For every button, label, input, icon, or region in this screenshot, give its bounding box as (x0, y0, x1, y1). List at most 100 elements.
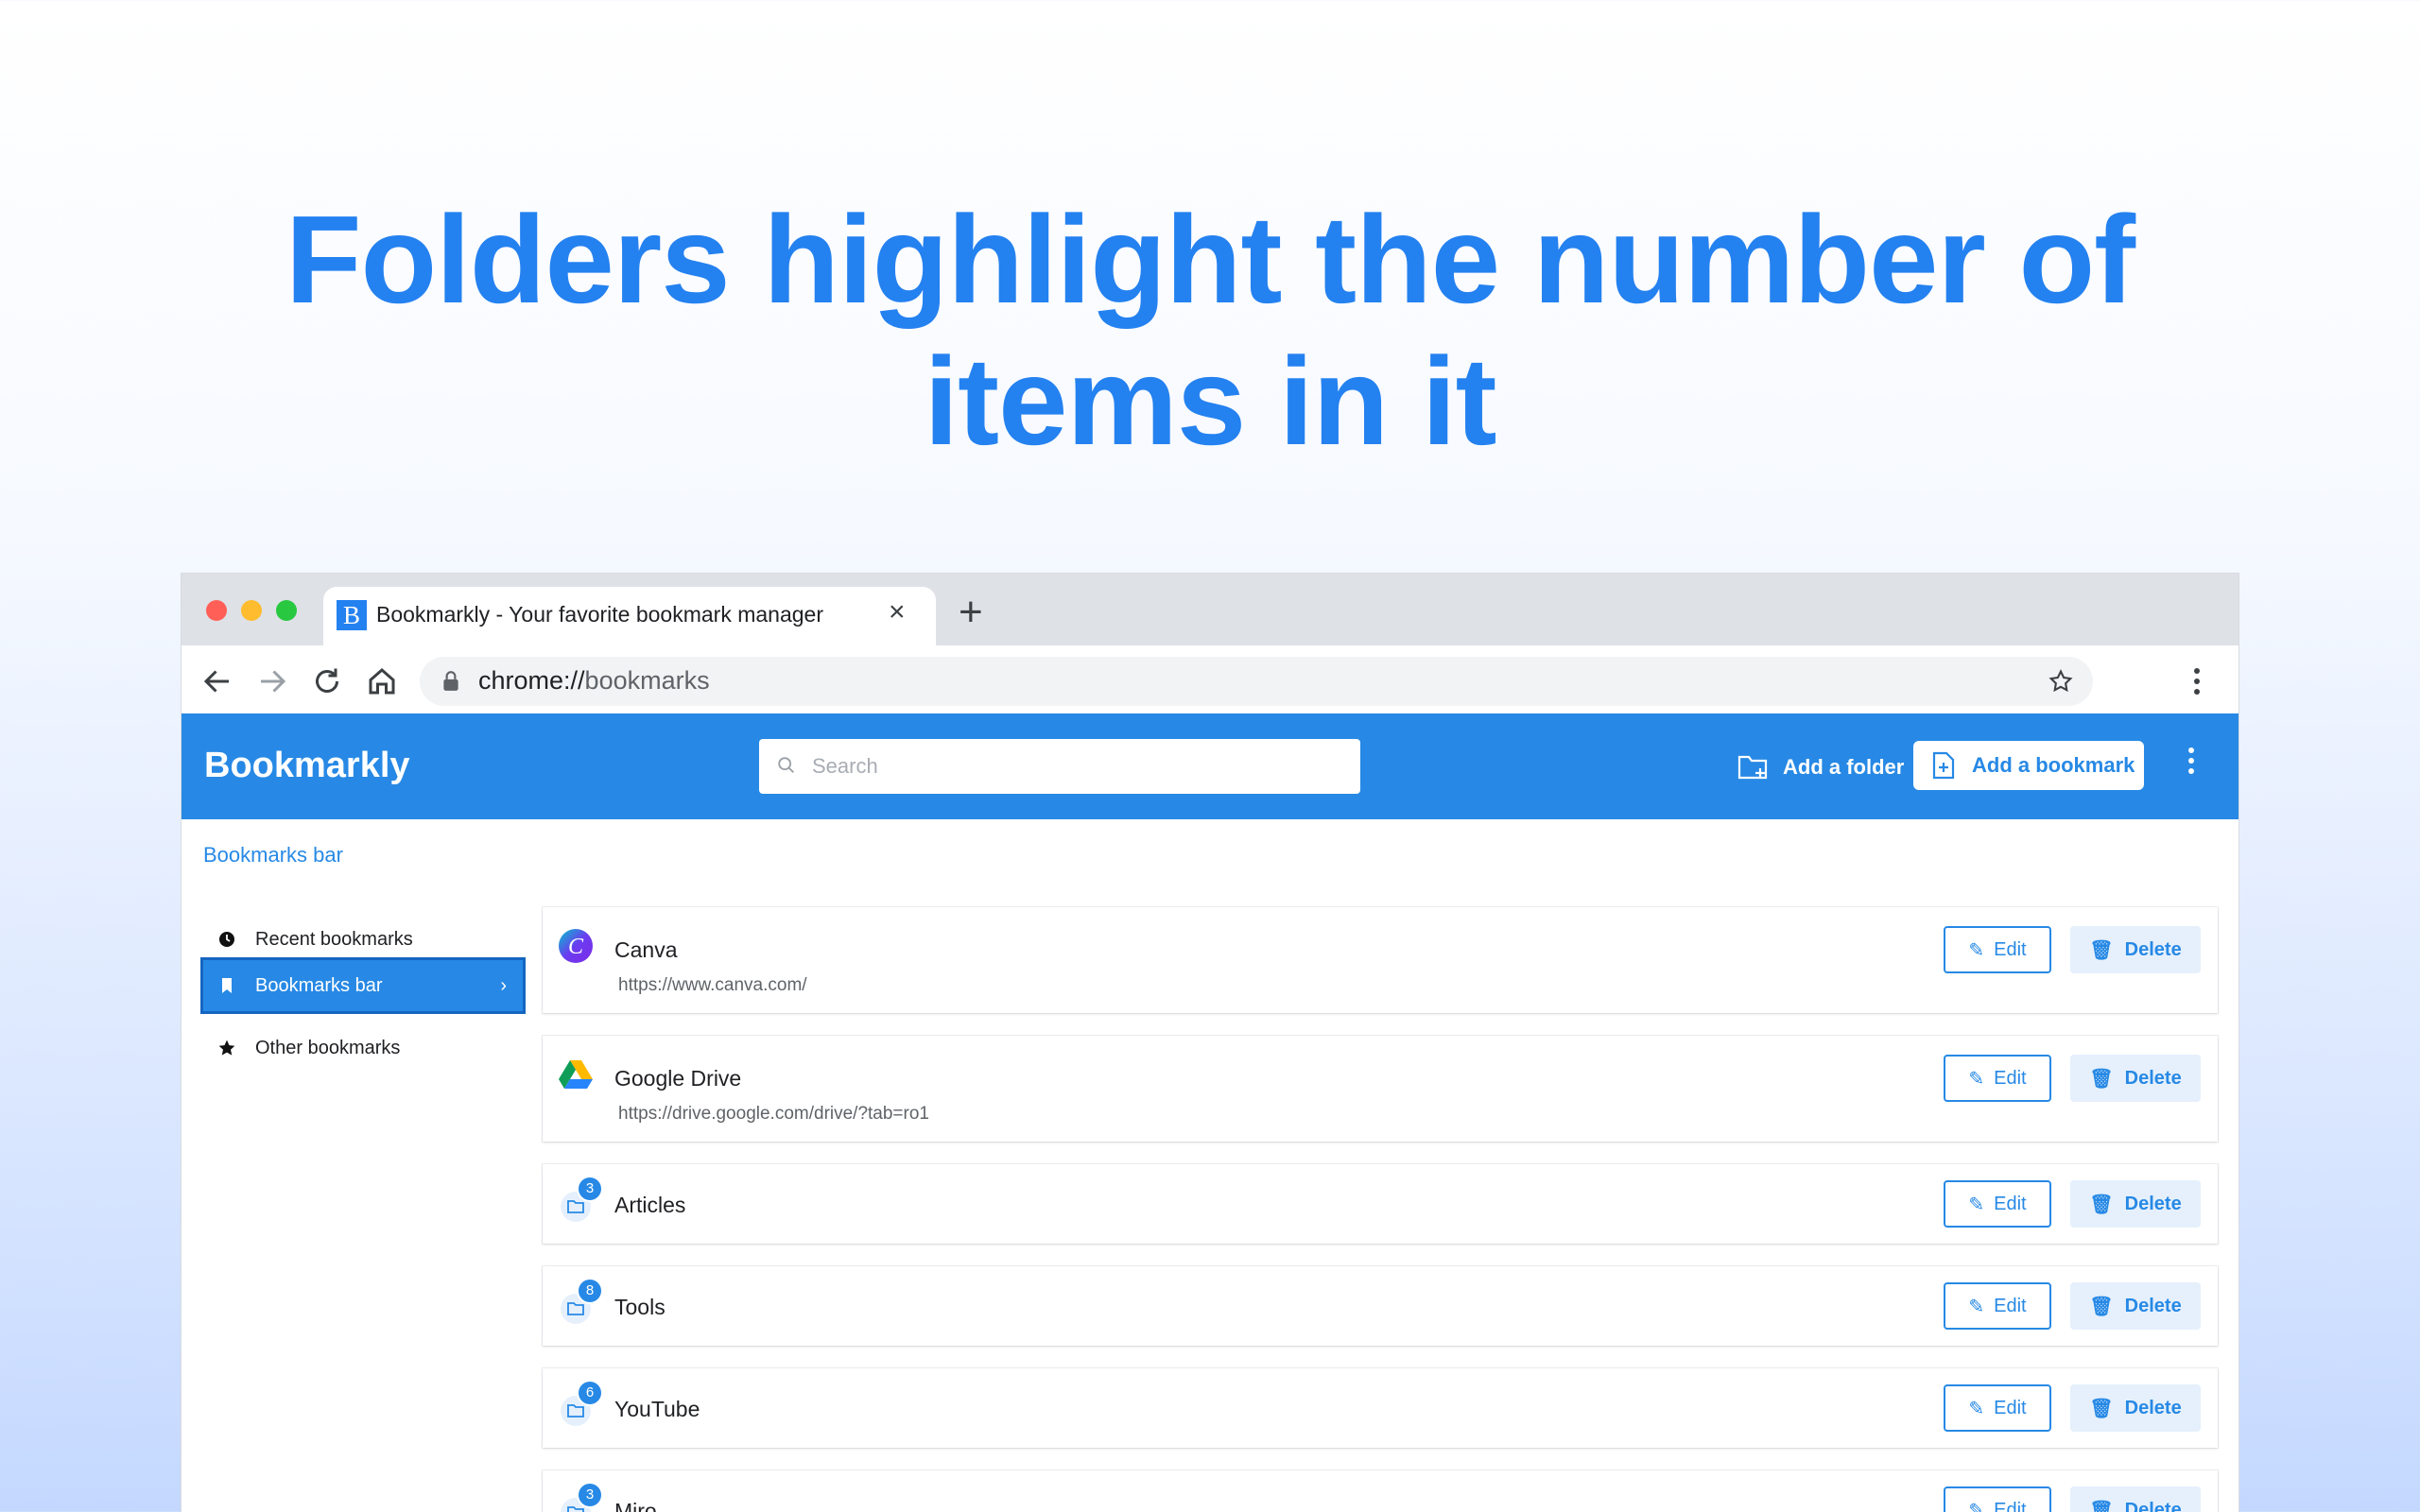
delete-label: Delete (2124, 1193, 2182, 1214)
edit-icon: ✎ (1968, 1398, 1985, 1419)
url-path: bookmarks (584, 666, 710, 695)
lock-icon (443, 671, 458, 691)
edit-label: Edit (1994, 1295, 2027, 1316)
edit-label: Edit (1994, 938, 2027, 960)
close-window-button[interactable] (206, 600, 227, 621)
chevron-right-icon: › (500, 974, 507, 996)
delete-label: Delete (2124, 1499, 2182, 1512)
trash-icon: 🗑 (2089, 1194, 2114, 1215)
headline-line-2: items in it (924, 332, 1496, 471)
search-box (759, 739, 1360, 794)
edit-icon: ✎ (1968, 1194, 1985, 1215)
star-icon (218, 1040, 235, 1056)
home-icon[interactable] (365, 664, 399, 698)
delete-label: Delete (2124, 1295, 2182, 1316)
edit-button[interactable]: ✎ Edit (1944, 1384, 2051, 1432)
sidebar-item-other-bookmarks[interactable]: Other bookmarks (200, 1020, 526, 1076)
new-tab-icon[interactable]: + (959, 589, 983, 636)
edit-icon: ✎ (1968, 939, 1985, 961)
browser-menu-icon[interactable] (2189, 668, 2204, 696)
maximize-window-button[interactable] (276, 600, 297, 621)
folder-count-badge: 3 (579, 1484, 601, 1506)
search-icon (778, 757, 794, 773)
edit-icon: ✎ (1968, 1500, 1985, 1512)
list-item-folder-articles[interactable]: 3 Articles ✎ Edit 🗑 Delete (543, 1164, 2218, 1244)
trash-icon: 🗑 (2089, 1296, 2114, 1317)
minimize-window-button[interactable] (241, 600, 262, 621)
delete-button[interactable]: 🗑 Delete (2070, 1486, 2201, 1512)
list-item-folder-tools[interactable]: 8 Tools ✎ Edit 🗑 Delete (543, 1266, 2218, 1346)
folder-name: Miro (614, 1499, 657, 1512)
breadcrumb[interactable]: Bookmarks bar (203, 843, 343, 868)
bookmarkly-favicon-icon: B (337, 600, 367, 630)
edit-label: Edit (1994, 1067, 2027, 1089)
bookmark-star-icon[interactable] (2048, 668, 2074, 695)
folder-count-badge: 3 (579, 1177, 601, 1200)
headline-line-1: Folders highlight the number of (285, 190, 2135, 329)
sidebar-item-label: Other bookmarks (255, 1037, 401, 1058)
delete-label: Delete (2124, 1067, 2182, 1089)
delete-button[interactable]: 🗑 Delete (2070, 1180, 2201, 1228)
bookmark-url[interactable]: https://www.canva.com/ (618, 975, 807, 996)
edit-label: Edit (1994, 1193, 2027, 1214)
tab-title: Bookmarkly - Your favorite bookmark mana… (376, 602, 823, 627)
list-item-google-drive[interactable]: Google Drive https://drive.google.com/dr… (543, 1036, 2218, 1142)
list-item-folder-miro[interactable]: 3 Miro ✎ Edit 🗑 Delete (543, 1470, 2218, 1512)
bookmark-name: Google Drive (614, 1066, 742, 1091)
folder-plus-icon (1737, 755, 1768, 780)
sidebar-item-bookmarks-bar[interactable]: Bookmarks bar › (200, 957, 526, 1014)
app-logo: Bookmarkly (204, 746, 410, 785)
bookmark-url[interactable]: https://drive.google.com/drive/?tab=ro1 (618, 1104, 929, 1125)
delete-button[interactable]: 🗑 Delete (2070, 926, 2201, 973)
folder-count-badge: 6 (579, 1382, 601, 1404)
reload-icon[interactable] (310, 664, 344, 698)
delete-label: Delete (2124, 1397, 2182, 1418)
browser-window: B Bookmarkly - Your favorite bookmark ma… (182, 574, 2238, 1512)
trash-icon: 🗑 (2089, 1500, 2114, 1512)
file-plus-icon (1932, 751, 1955, 780)
edit-icon: ✎ (1968, 1068, 1985, 1090)
search-input[interactable] (812, 750, 1341, 782)
edit-button[interactable]: ✎ Edit (1944, 1282, 2051, 1330)
trash-icon: 🗑 (2089, 1068, 2114, 1090)
add-folder-label: Add a folder (1783, 755, 1905, 779)
clock-icon (219, 932, 234, 947)
delete-button[interactable]: 🗑 Delete (2070, 1055, 2201, 1102)
list-item-folder-youtube[interactable]: 6 YouTube ✎ Edit 🗑 Delete (543, 1368, 2218, 1448)
edit-label: Edit (1994, 1499, 2027, 1512)
edit-button[interactable]: ✎ Edit (1944, 1486, 2051, 1512)
list-item-canva[interactable]: C Canva https://www.canva.com/ ✎ Edit 🗑 De… (543, 907, 2218, 1013)
app-menu-icon[interactable] (2182, 747, 2201, 785)
delete-button[interactable]: 🗑 Delete (2070, 1282, 2201, 1330)
sidebar-item-label: Bookmarks bar (255, 974, 383, 996)
close-tab-icon[interactable]: × (889, 596, 906, 628)
sidebar-item-label: Recent bookmarks (255, 928, 413, 950)
address-bar[interactable]: chrome://bookmarks (420, 657, 2093, 706)
folder-name: YouTube (614, 1397, 700, 1421)
edit-button[interactable]: ✎ Edit (1944, 1055, 2051, 1102)
edit-button[interactable]: ✎ Edit (1944, 926, 2051, 973)
app-header: Bookmarkly Add a folder Add a bookmark (182, 713, 2238, 819)
bookmark-icon (222, 978, 232, 993)
url-scheme: chrome:// (478, 666, 585, 695)
canva-logo-icon: C (559, 929, 593, 963)
tab-strip: B Bookmarkly - Your favorite bookmark ma… (182, 574, 2238, 645)
tab-bookmarkly[interactable]: B Bookmarkly - Your favorite bookmark ma… (323, 587, 936, 645)
back-arrow-icon[interactable] (200, 664, 234, 698)
svg-text:C: C (568, 935, 584, 959)
edit-button[interactable]: ✎ Edit (1944, 1180, 2051, 1228)
url-text: chrome://bookmarks (478, 666, 710, 696)
edit-icon: ✎ (1968, 1296, 1985, 1317)
trash-icon: 🗑 (2089, 939, 2114, 961)
add-bookmark-label: Add a bookmark (1972, 753, 2135, 777)
add-folder-button[interactable]: Add a folder (1737, 751, 1904, 783)
delete-button[interactable]: 🗑 Delete (2070, 1384, 2201, 1432)
trash-icon: 🗑 (2089, 1398, 2114, 1419)
folder-count-badge: 8 (579, 1280, 601, 1302)
google-drive-logo-icon (559, 1060, 593, 1089)
add-bookmark-button[interactable]: Add a bookmark (1913, 741, 2144, 790)
delete-label: Delete (2124, 938, 2182, 960)
browser-toolbar: chrome://bookmarks (182, 645, 2238, 721)
folder-name: Tools (614, 1295, 666, 1319)
forward-arrow-icon[interactable] (255, 664, 289, 698)
